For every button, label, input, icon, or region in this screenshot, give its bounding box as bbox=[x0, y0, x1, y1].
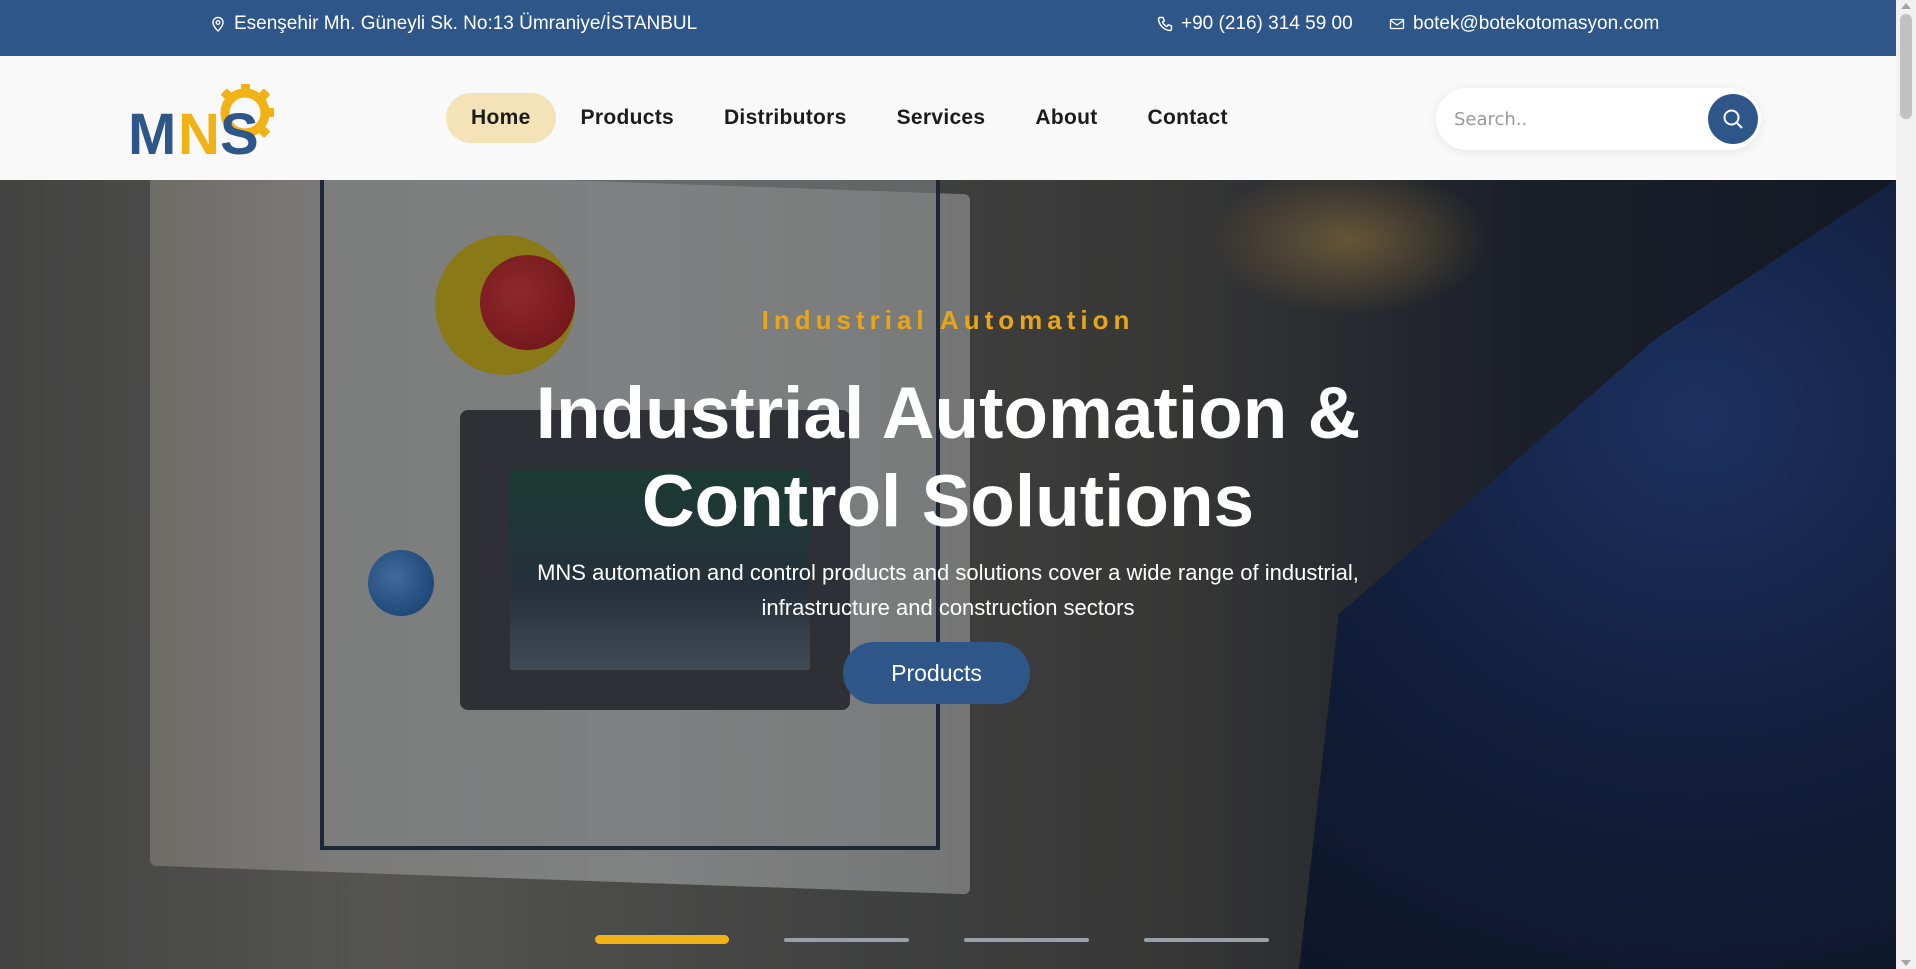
search-icon bbox=[1723, 109, 1743, 129]
phone-info[interactable]: +90 (216) 314 59 00 bbox=[1157, 0, 1353, 48]
nav-home[interactable]: Home bbox=[446, 93, 556, 143]
search-input[interactable] bbox=[1454, 88, 1684, 150]
hero-products-button[interactable]: Products bbox=[843, 642, 1030, 704]
slider-dot-1[interactable] bbox=[595, 935, 729, 944]
top-info-bar: Esenşehir Mh. Güneyli Sk. No:13 Ümraniye… bbox=[0, 0, 1896, 56]
hero-subtitle: MNS automation and control products and … bbox=[498, 555, 1398, 625]
address-info: Esenşehir Mh. Güneyli Sk. No:13 Ümraniye… bbox=[210, 0, 697, 48]
main-nav: Home Products Distributors Services Abou… bbox=[446, 93, 1253, 143]
nav-products[interactable]: Products bbox=[556, 93, 699, 143]
nav-distributors[interactable]: Distributors bbox=[699, 93, 872, 143]
site-header: M N S Home Products Distributors Service… bbox=[0, 56, 1896, 180]
slider-dot-4[interactable] bbox=[1144, 937, 1269, 942]
logo-n-letter: N bbox=[178, 102, 220, 156]
site-logo[interactable]: M N S bbox=[128, 80, 280, 167]
email-text[interactable]: botek@botekotomasyon.com bbox=[1413, 13, 1659, 35]
nav-contact[interactable]: Contact bbox=[1123, 93, 1253, 143]
nav-services[interactable]: Services bbox=[872, 93, 1011, 143]
logo-m-letter: M bbox=[128, 102, 176, 156]
scrollbar-thumb[interactable] bbox=[1900, 14, 1912, 119]
hero-title: Industrial Automation & Control Solution… bbox=[0, 370, 1896, 546]
search-button[interactable] bbox=[1708, 94, 1758, 144]
search-box bbox=[1436, 88, 1761, 150]
hero-slider: Industrial Automation Industrial Automat… bbox=[0, 180, 1896, 969]
page-scrollbar[interactable] bbox=[1896, 0, 1916, 969]
hero-title-line2: Control Solutions bbox=[641, 461, 1255, 542]
slider-dot-2[interactable] bbox=[784, 937, 909, 942]
hero-title-line1: Industrial Automation & bbox=[535, 373, 1361, 454]
address-text: Esenşehir Mh. Güneyli Sk. No:13 Ümraniye… bbox=[234, 13, 698, 34]
location-pin-icon bbox=[212, 16, 224, 32]
logo-s-letter: S bbox=[220, 102, 259, 156]
scroll-down-arrow-icon[interactable] bbox=[1901, 960, 1911, 966]
hero-subtitle-line2: infrastructure and construction sectors bbox=[761, 595, 1135, 620]
hero-subtitle-line1: MNS automation and control products and … bbox=[537, 560, 1359, 585]
phone-icon bbox=[1157, 16, 1173, 32]
nav-about[interactable]: About bbox=[1010, 93, 1122, 143]
slider-pagination bbox=[595, 935, 1269, 944]
mns-logo-graphic: M N S bbox=[128, 84, 274, 167]
mail-icon bbox=[1389, 18, 1405, 30]
email-info[interactable]: botek@botekotomasyon.com bbox=[1389, 0, 1659, 48]
scroll-up-arrow-icon[interactable] bbox=[1901, 3, 1911, 9]
hero-eyebrow: Industrial Automation bbox=[761, 305, 1135, 335]
slider-dot-3[interactable] bbox=[964, 937, 1089, 942]
phone-text[interactable]: +90 (216) 314 59 00 bbox=[1181, 13, 1353, 35]
